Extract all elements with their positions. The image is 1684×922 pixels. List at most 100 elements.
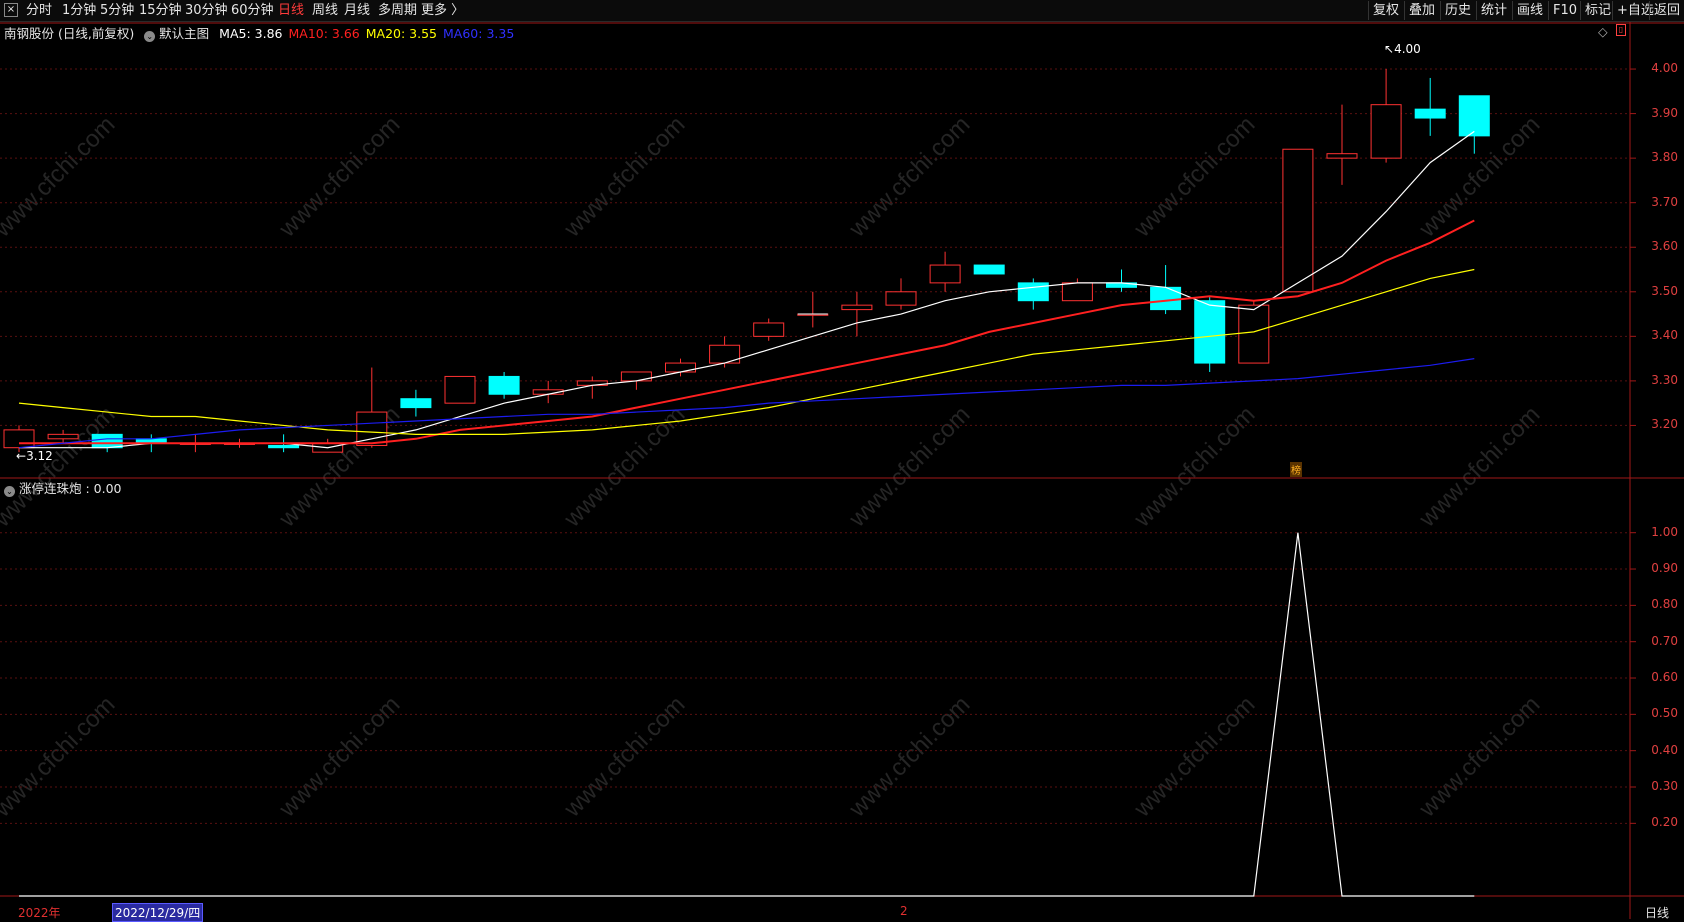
toolbar-button-1[interactable]: 叠加 [1404,1,1439,20]
period-tab-7[interactable]: 周线 [312,2,338,19]
year-label: 2022年 [18,906,61,920]
period-tab-10[interactable]: 更多 〉 [421,2,464,19]
candlesticks [3,69,1490,453]
toolbar-button-6[interactable]: 标记 [1580,1,1615,20]
candle-body [1017,282,1049,302]
candle [885,278,917,310]
candle-body [1282,148,1314,293]
period-tab-6[interactable]: 日线 [278,2,304,19]
toolbar-button-5[interactable]: F10 [1548,1,1581,20]
candle [1061,278,1093,302]
price-tick-label: 3.30 [1651,372,1678,387]
period-tab-2[interactable]: 5分钟 [100,2,134,19]
period-tab-1[interactable]: 1分钟 [62,2,96,19]
candle-body [1150,286,1182,311]
watermark-text: www.cfchi.com [843,691,975,823]
price-tick-label: 3.40 [1651,328,1678,343]
moving-averages [18,130,1475,449]
candle [1326,104,1358,185]
period-label[interactable]: 日线 [1645,904,1669,921]
candle-body [753,322,785,337]
period-tab-5[interactable]: 60分钟 [231,2,274,19]
low-marker: ←3.12 [16,449,53,463]
ma-label-0: MA5: 3.86 [219,26,283,41]
high-marker-value: 4.00 [1394,42,1421,56]
cursor-date: 2022/12/29/四 [112,903,204,922]
watermark-text: www.cfchi.com [1128,401,1260,533]
indicator-tick-label: 0.90 [1651,561,1678,576]
candle [753,318,785,341]
ma-line-ma60 [18,358,1475,449]
period-tab-3[interactable]: 15分钟 [139,2,182,19]
candle-body [665,362,696,373]
high-marker: ↖4.00 [1384,42,1421,56]
candle [1414,77,1446,136]
candle-body [620,371,652,382]
candle [1458,95,1490,154]
indicator-tick-label: 0.30 [1651,779,1678,793]
toolbar-button-3[interactable]: 统计 [1476,1,1511,20]
candle-body [1326,153,1358,159]
period-toolbar: 分时 1分钟 5分钟 15分钟 30分钟 60分钟 日线 周线 月线 多周期 更多 〉 复权 叠加 历史统… [0,0,1684,22]
ma-label-2: MA20: 3.55 [365,26,438,41]
indicator-tick-label: 0.40 [1651,742,1678,757]
toolbar-button-4[interactable]: 画线 [1512,1,1547,20]
price-tick-label: 3.90 [1651,105,1678,120]
indicator-title: 涨停连珠炮 : 0.00 [18,481,122,496]
chevron-down-icon[interactable]: ⌄ [144,31,156,42]
restore-icon[interactable]: ▯ [1616,24,1626,36]
period-tab-8[interactable]: 月线 [344,2,370,19]
candle-body [1458,95,1490,137]
toolbar-button-8[interactable]: 返回 [1649,1,1684,20]
main-legend: 南钢股份 (日线,前复权) ⌄ 默认主图 MA5: 3.86 MA10: 3.66… [4,23,514,42]
candle [1282,148,1314,293]
candle-body [400,398,432,409]
event-badge[interactable]: 榜 [1290,462,1302,477]
toolbar-button-2[interactable]: 历史 [1440,1,1475,20]
price-tick-label: 3.70 [1651,194,1678,209]
period-tab-4[interactable]: 30分钟 [185,2,228,19]
month-mark: 2 [900,904,908,918]
candle [444,375,476,404]
diamond-icon[interactable]: ◇ [1598,24,1608,39]
watermark-text: www.cfchi.com [0,111,120,243]
watermark-text: www.cfchi.com [843,111,975,243]
candle [841,291,873,337]
candle-body [929,264,961,284]
candle [1370,69,1402,163]
watermark-text: www.cfchi.com [1128,691,1260,823]
candle-body [973,264,1005,275]
candle-body [841,304,873,311]
template-name[interactable]: 默认主图 [159,26,209,41]
indicator-tick-label: 1.00 [1651,524,1678,539]
watermark-text: www.cfchi.com [843,401,975,533]
indicator-legend: ⌄ 涨停连珠炮 : 0.00 [4,478,121,497]
kline-chart[interactable]: www.cfchi.com www.cfchi.com www.cfchi.com w… [0,22,1684,919]
chevron-down-icon[interactable]: ⌄ [4,486,15,497]
indicator-tick-label: 0.50 [1651,706,1678,721]
toolbar-button-0[interactable]: 复权 [1368,1,1403,20]
candle-body [1194,300,1226,364]
indicator-tick-label: 0.70 [1651,633,1678,648]
period-tab-9[interactable]: 多周期 [378,2,417,19]
watermark-text: www.cfchi.com [1413,691,1545,823]
candle-body [1414,108,1446,119]
ma-label-3: MA60: 3.35 [443,26,515,41]
candle-body [885,291,917,306]
candle [797,291,829,328]
candle [1017,278,1049,310]
candle [929,251,961,292]
watermark-text: www.cfchi.com [558,111,690,243]
price-tick-label: 3.50 [1651,283,1678,298]
watermark-text: www.cfchi.com [1413,401,1545,533]
price-tick-label: 4.00 [1651,61,1678,76]
indicator-tick-label: 0.20 [1651,815,1678,830]
candle-body [3,429,35,449]
watermark-text: www.cfchi.com [1128,111,1260,243]
watermark-text: www.cfchi.com [0,691,120,823]
candle-body [1370,104,1402,159]
period-tab-0[interactable]: 分时 [26,2,52,19]
price-tick-label: 3.20 [1651,417,1678,432]
close-icon[interactable]: × [4,3,18,17]
watermark-text: www.cfchi.com [558,401,690,533]
